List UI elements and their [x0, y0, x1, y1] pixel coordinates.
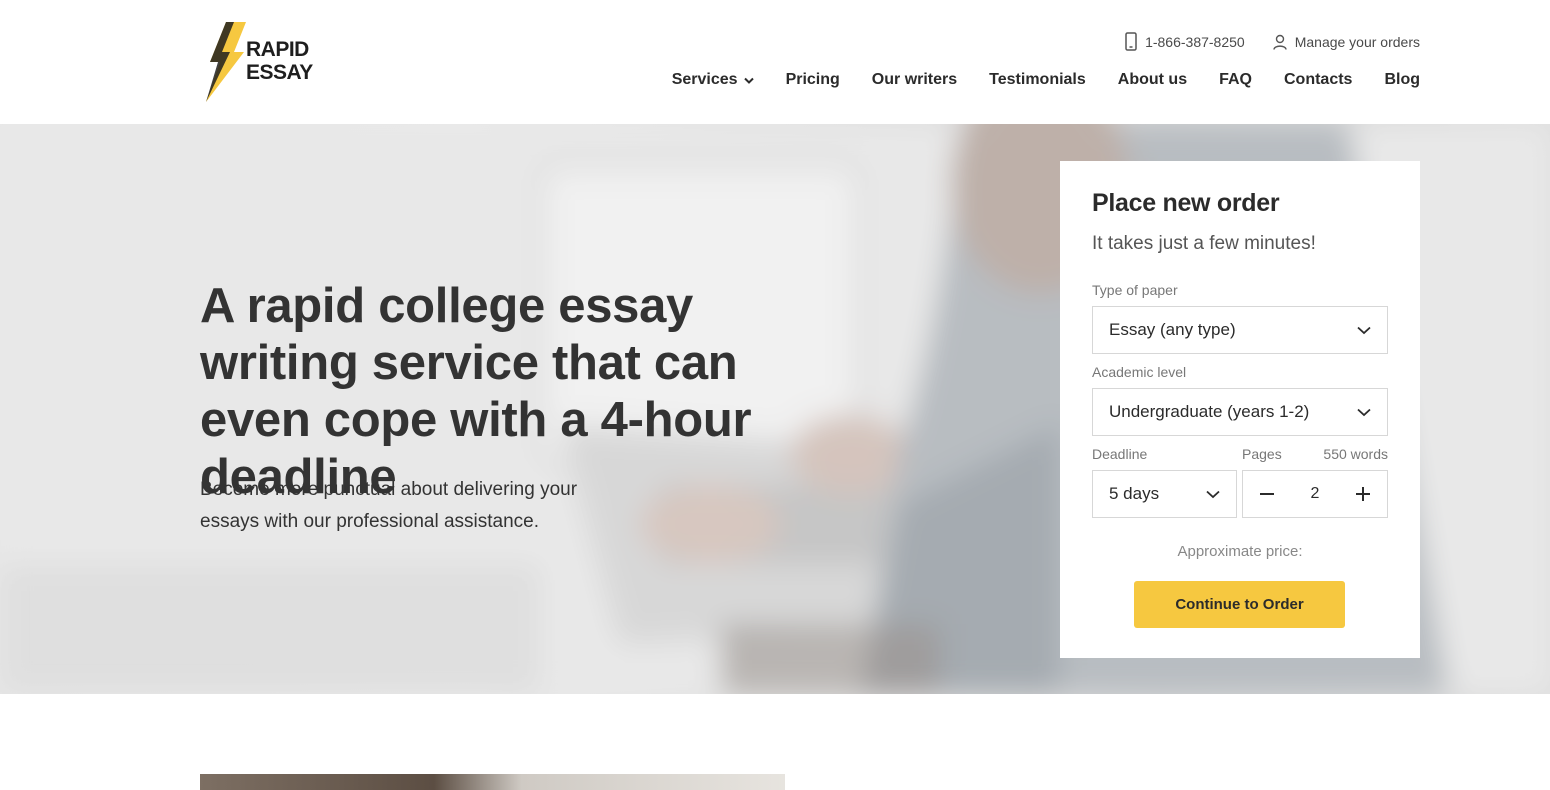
nav-pricing[interactable]: Pricing: [786, 71, 840, 89]
approximate-price-label: Approximate price:: [1177, 543, 1303, 560]
pages-value[interactable]: 2: [1311, 485, 1320, 503]
pages-decrement-button[interactable]: [1257, 484, 1277, 504]
nav-contacts[interactable]: Contacts: [1284, 71, 1352, 89]
order-form-subtitle: It takes just a few minutes!: [1092, 233, 1316, 254]
paper-type-select[interactable]: Essay (any type): [1092, 306, 1388, 354]
academic-level-select[interactable]: Undergraduate (years 1-2): [1092, 388, 1388, 436]
chevron-down-icon: [1357, 408, 1371, 416]
nav-contacts-label: Contacts: [1284, 71, 1353, 88]
nav-services-label: Services: [671, 71, 738, 88]
pages-label: Pages: [1242, 446, 1282, 462]
paper-type-label: Type of paper: [1092, 282, 1178, 298]
chevron-down-icon: [1357, 326, 1371, 334]
nav-testimonials-label: Testimonials: [989, 71, 1086, 88]
order-form-title: Place new order: [1092, 189, 1280, 217]
header-topbar: 1-866-387-8250 Manage your orders: [1125, 32, 1420, 51]
nav-faq-label: FAQ: [1219, 71, 1252, 88]
pages-words-count: 550 words: [1323, 446, 1388, 462]
section-image-preview: [200, 774, 785, 790]
phone-link[interactable]: 1-866-387-8250: [1125, 32, 1245, 51]
user-icon: [1273, 34, 1287, 50]
phone-icon: [1125, 32, 1137, 51]
logo-wordmark: RAPID ESSAY: [246, 38, 313, 84]
minus-icon: [1260, 493, 1274, 495]
chevron-down-icon: [743, 77, 754, 84]
nav-our-writers[interactable]: Our writers: [872, 71, 957, 89]
pages-stepper: 2: [1242, 470, 1388, 518]
logo-line-2: ESSAY: [246, 61, 313, 84]
phone-number: 1-866-387-8250: [1145, 33, 1245, 50]
academic-level-value: Undergraduate (years 1-2): [1109, 402, 1310, 421]
paper-type-value: Essay (any type): [1109, 320, 1236, 339]
logo-line-1: RAPID: [246, 38, 309, 61]
nav-services[interactable]: Services: [672, 71, 754, 89]
chevron-down-icon: [1206, 490, 1220, 498]
nav-faq[interactable]: FAQ: [1219, 71, 1252, 89]
continue-to-order-button[interactable]: Continue to Order: [1134, 581, 1345, 628]
manage-orders-label: Manage your orders: [1294, 33, 1420, 50]
deadline-select[interactable]: 5 days: [1092, 470, 1237, 518]
academic-level-label: Academic level: [1092, 364, 1187, 380]
nav-about-us[interactable]: About us: [1118, 71, 1187, 89]
nav-pricing-label: Pricing: [785, 71, 840, 88]
site-header: RAPID ESSAY 1-866-387-8250 Manage your o…: [0, 0, 1550, 124]
nav-our-writers-label: Our writers: [871, 71, 958, 88]
lightning-bolt-icon: [206, 22, 246, 102]
nav-testimonials[interactable]: Testimonials: [989, 71, 1086, 89]
manage-orders-link[interactable]: Manage your orders: [1273, 34, 1420, 50]
nav-blog-label: Blog: [1384, 71, 1420, 88]
hero-subtitle: Become more punctual about delivering yo…: [200, 479, 578, 532]
order-form-card: Place new order It takes just a few minu…: [1060, 161, 1420, 658]
logo[interactable]: RAPID ESSAY: [200, 22, 325, 102]
hero-title: A rapid college essay writing service th…: [200, 279, 752, 504]
deadline-label: Deadline: [1092, 446, 1148, 462]
main-nav: Services Pricing Our writers Testimonial…: [672, 71, 1420, 89]
plus-icon: [1356, 487, 1370, 501]
nav-about-us-label: About us: [1117, 71, 1188, 88]
nav-blog[interactable]: Blog: [1384, 71, 1420, 89]
pages-increment-button[interactable]: [1353, 484, 1373, 504]
deadline-value: 5 days: [1109, 484, 1160, 503]
